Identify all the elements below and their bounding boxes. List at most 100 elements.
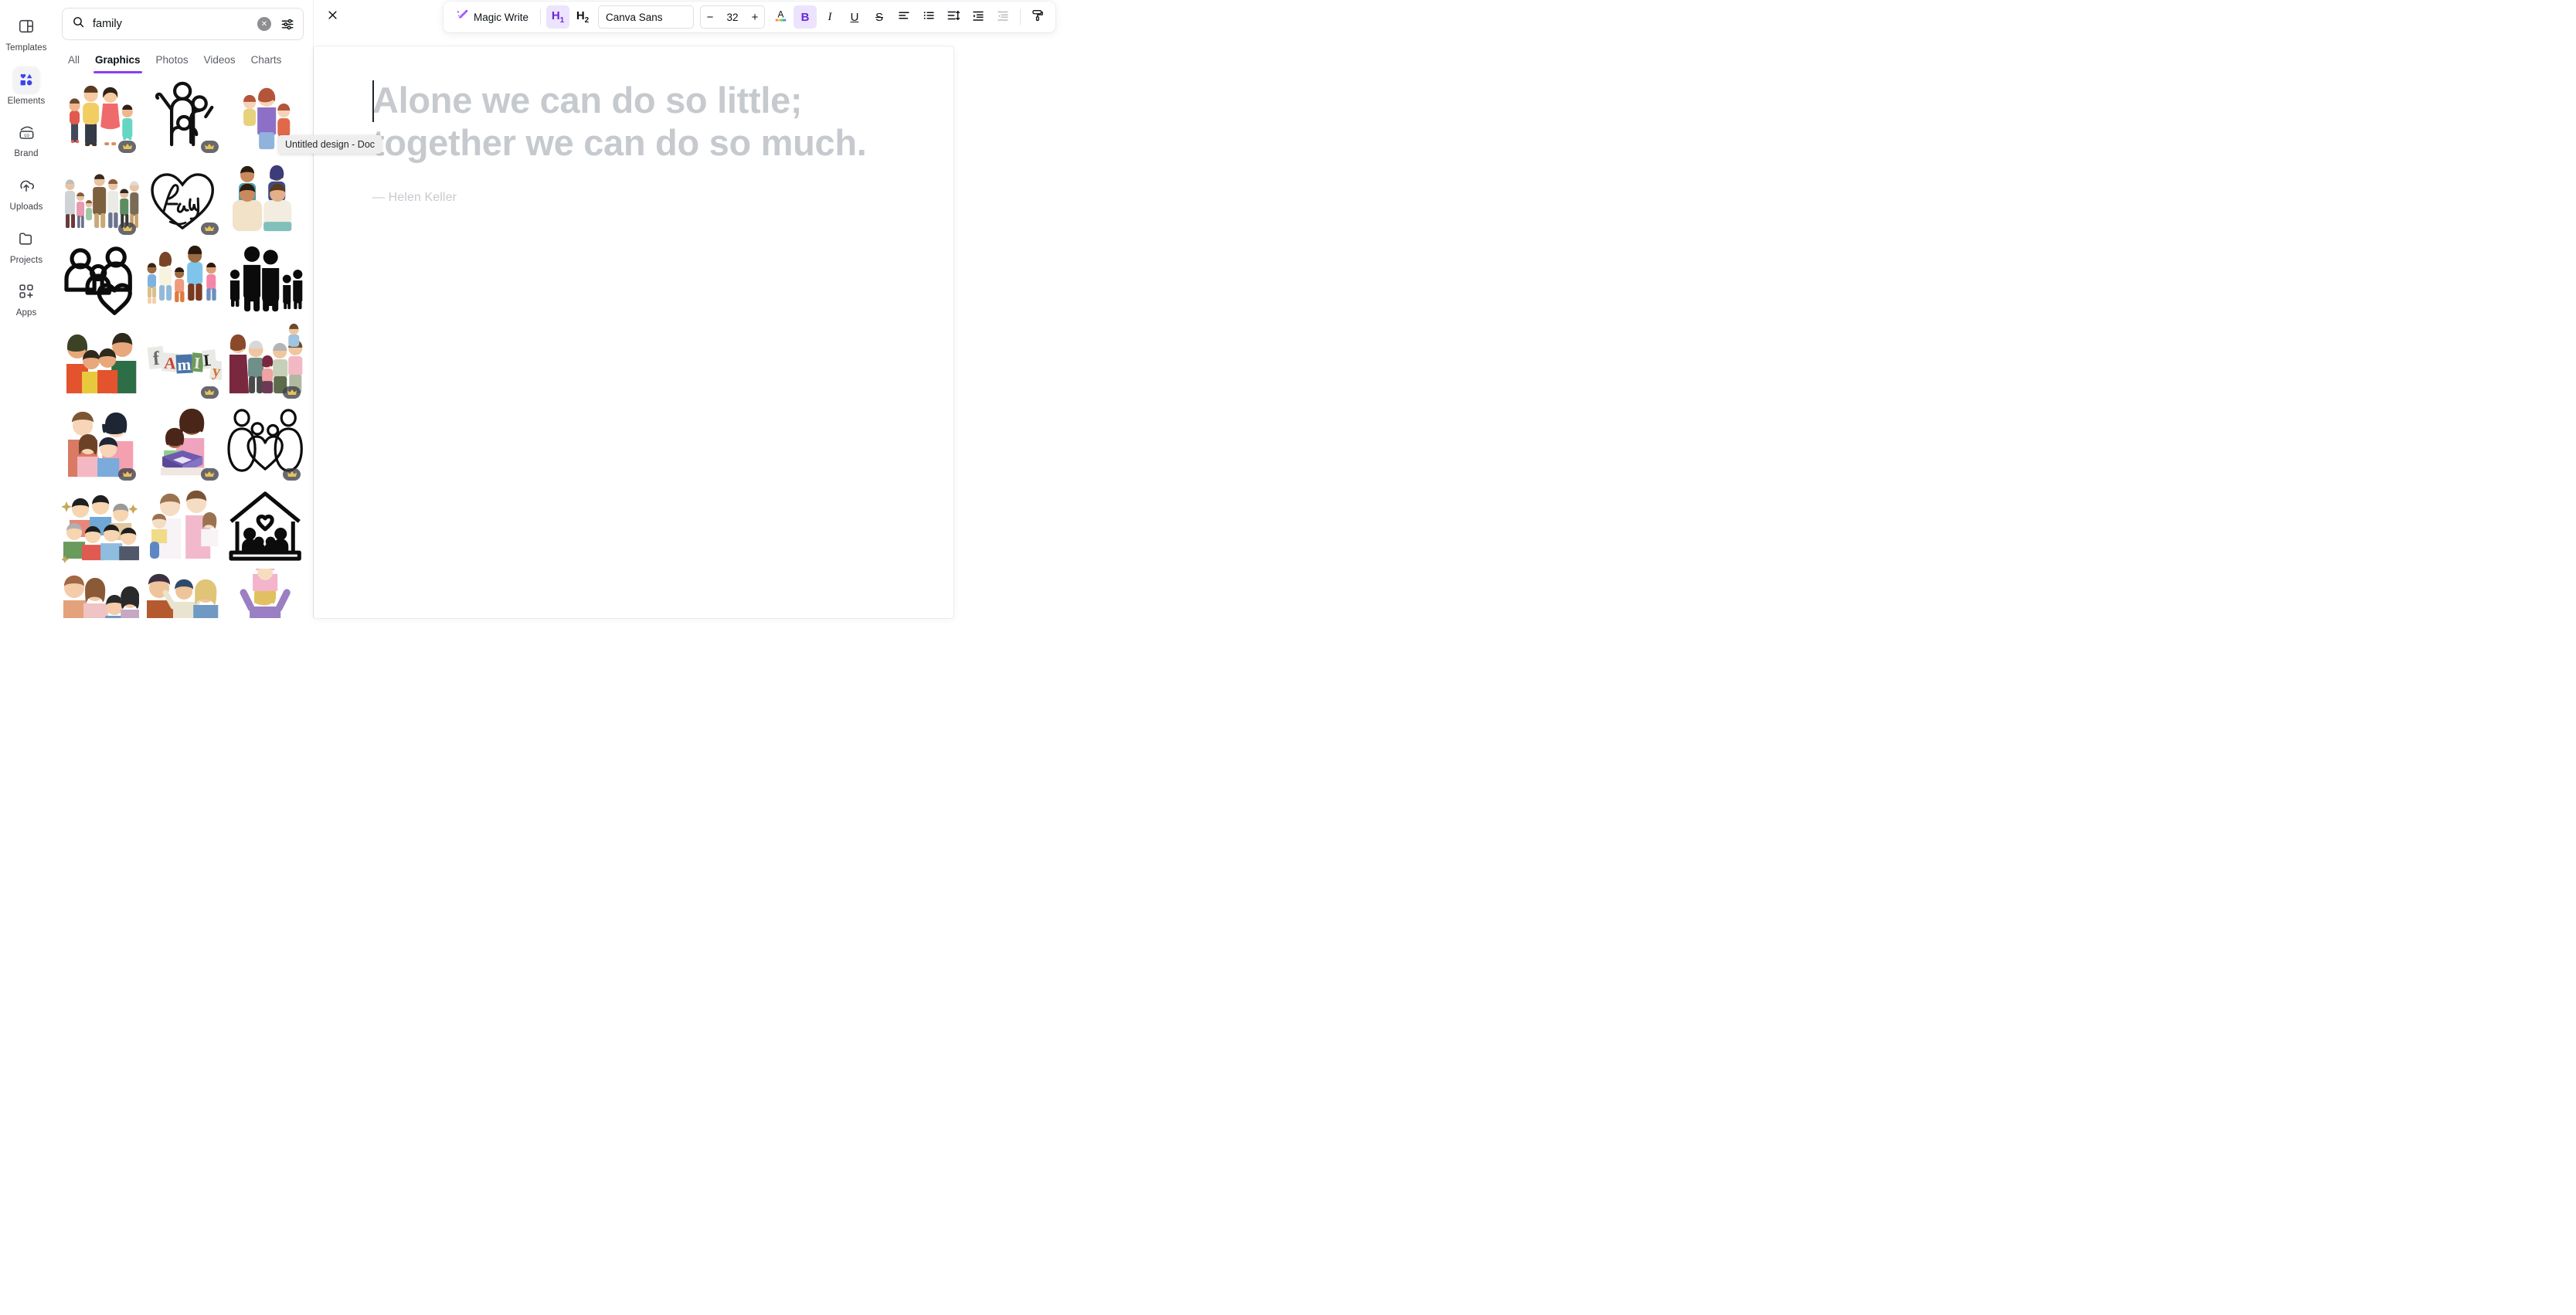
strikethrough-label: S (875, 10, 884, 24)
tab-all[interactable]: All (60, 49, 87, 73)
sidebar-item-apps[interactable]: Apps (2, 271, 51, 323)
editor-main: Magic Write H1 H2 Canva Sans − + A (314, 0, 1212, 618)
document-canvas[interactable]: Alone we can do so little; together we c… (314, 46, 953, 618)
result-tabs: All Graphics Photos Videos Charts (53, 40, 313, 73)
graphics-results-grid[interactable]: f A m I L y (53, 71, 313, 618)
projects-icon (13, 226, 39, 252)
result-thumbnail[interactable]: f A m I L y (144, 323, 222, 402)
list-button[interactable] (917, 5, 940, 29)
result-thumbnail[interactable] (144, 77, 222, 156)
document-heading[interactable]: Alone we can do so little; together we c… (372, 79, 896, 165)
result-thumbnail[interactable] (226, 241, 304, 320)
sidebar-item-projects[interactable]: Projects (2, 219, 51, 270)
pro-crown-badge (283, 468, 301, 481)
font-size-input[interactable] (719, 11, 746, 23)
clear-search-icon[interactable]: ✕ (257, 17, 271, 31)
sidebar-item-elements[interactable]: Elements (2, 59, 51, 111)
text-align-button[interactable] (892, 5, 916, 29)
line-spacing-button[interactable] (942, 5, 965, 29)
font-size-stepper[interactable]: − + (700, 5, 766, 29)
font-size-decrease-button[interactable]: − (701, 6, 719, 28)
tab-videos[interactable]: Videos (196, 49, 243, 73)
result-thumbnail[interactable] (144, 487, 222, 566)
bulleted-list-icon (922, 8, 936, 26)
sidebar-item-label: Apps (15, 308, 37, 318)
search-area: ✕ (53, 0, 313, 40)
text-color-A-icon: A (773, 8, 788, 26)
align-left-icon (897, 8, 911, 26)
result-thumbnail[interactable] (144, 405, 222, 484)
search-box[interactable]: ✕ (62, 8, 304, 40)
sidebar-item-label: Uploads (9, 202, 43, 212)
result-thumbnail[interactable] (62, 323, 140, 402)
result-thumbnail[interactable] (226, 323, 304, 402)
sidebar-item-templates[interactable]: Templates (2, 6, 51, 58)
paint-roller-icon (1031, 8, 1045, 26)
result-thumbnail[interactable] (62, 241, 140, 320)
result-thumbnail[interactable] (62, 405, 140, 484)
result-thumbnail[interactable] (62, 569, 140, 618)
document-body[interactable]: Alone we can do so little; together we c… (314, 46, 953, 205)
text-color-button[interactable]: A (769, 5, 792, 29)
left-rail: Templates Elements co Brand Uploads Proj… (0, 0, 53, 618)
result-thumbnail[interactable] (62, 77, 140, 156)
pro-crown-badge (283, 386, 301, 399)
document-attribution[interactable]: — Helen Keller (372, 191, 896, 205)
result-thumbnail[interactable] (226, 487, 304, 566)
magic-write-button[interactable]: Magic Write (450, 5, 535, 29)
canva-editor: Templates Elements co Brand Uploads Proj… (0, 0, 1212, 618)
heading-1-button[interactable]: H1 (546, 5, 570, 29)
result-thumbnail[interactable] (226, 569, 304, 618)
svg-text:A: A (777, 9, 783, 20)
italic-button[interactable]: I (818, 5, 841, 29)
tab-graphics[interactable]: Graphics (87, 49, 148, 73)
elements-icon (13, 66, 39, 93)
text-toolbar: Magic Write H1 H2 Canva Sans − + A (443, 2, 1056, 32)
result-thumbnail[interactable] (226, 405, 304, 484)
heading-2-button[interactable]: H2 (571, 5, 594, 29)
text-caret (372, 80, 374, 122)
h2-label: H2 (576, 9, 590, 25)
sidebar-item-label: Elements (7, 96, 46, 106)
italic-label: I (828, 10, 832, 23)
svg-text:m: m (177, 355, 192, 375)
font-size-increase-button[interactable]: + (746, 6, 764, 28)
result-thumbnail[interactable] (62, 159, 140, 238)
indent-increase-icon (971, 8, 985, 26)
pro-crown-badge (118, 223, 137, 235)
tab-charts[interactable]: Charts (243, 49, 290, 73)
indent-increase-button[interactable] (967, 5, 990, 29)
underline-button[interactable]: U (843, 5, 866, 29)
strikethrough-button[interactable]: S (868, 5, 891, 29)
toolbar-divider (540, 9, 542, 25)
uploads-icon (13, 172, 39, 199)
pro-crown-badge (118, 468, 137, 481)
pro-crown-badge (200, 141, 219, 153)
sidebar-item-uploads[interactable]: Uploads (2, 165, 51, 217)
result-thumbnail[interactable] (144, 159, 222, 238)
result-thumbnail[interactable] (62, 487, 140, 566)
result-thumbnail[interactable] (144, 241, 222, 320)
result-thumbnail[interactable] (144, 569, 222, 618)
svg-text:y: y (212, 361, 222, 380)
result-thumbnail[interactable] (226, 159, 304, 238)
sidebar-item-brand[interactable]: co Brand (2, 112, 51, 164)
search-icon (72, 15, 85, 32)
font-family-select[interactable]: Canva Sans (598, 5, 695, 29)
pro-crown-badge (200, 468, 219, 481)
pro-crown-badge (118, 141, 137, 153)
bold-label: B (800, 10, 810, 24)
filter-sliders-icon[interactable] (279, 15, 296, 32)
indent-decrease-button[interactable] (991, 5, 1014, 29)
search-input[interactable] (93, 18, 250, 30)
elements-panel: ✕ All Graphics Photos Videos Charts (53, 0, 382, 618)
templates-icon (13, 13, 39, 39)
bold-button[interactable]: B (794, 5, 817, 29)
toolbar-divider (1020, 9, 1021, 25)
format-painter-button[interactable] (1026, 5, 1049, 29)
line-spacing-icon (946, 8, 960, 26)
brand-icon: co (13, 119, 39, 145)
sidebar-item-label: Templates (5, 43, 47, 53)
tab-photos[interactable]: Photos (148, 49, 196, 73)
close-panel-button[interactable] (320, 2, 345, 27)
